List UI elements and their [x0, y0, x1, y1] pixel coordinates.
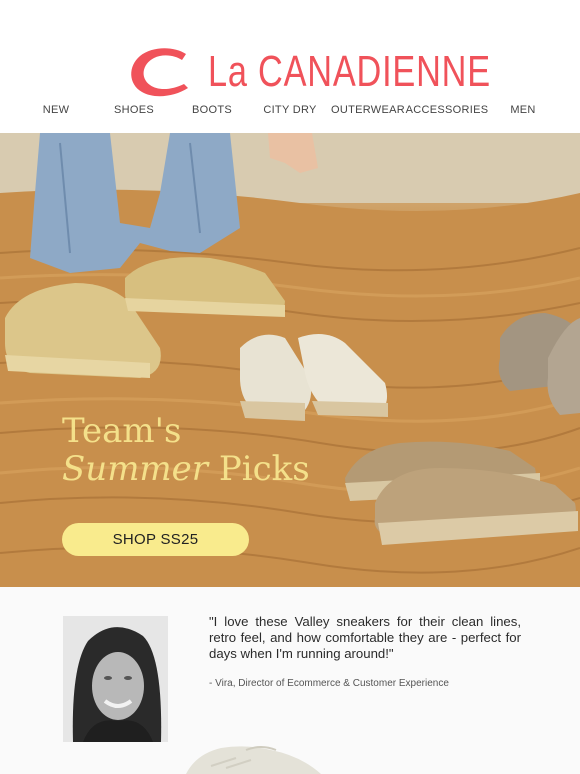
hero-title: Team's Summer Picks: [62, 412, 310, 488]
nav-item-city-dry[interactable]: CITY DRY: [263, 104, 316, 116]
main-nav: NEW SHOES BOOTS CITY DRY OUTERWEAR ACCES…: [0, 104, 580, 126]
portrait-photo: [63, 616, 168, 742]
hero-title-italic: Summer: [62, 449, 209, 489]
nav-item-accessories[interactable]: ACCESSORIES: [406, 104, 489, 116]
testimonial-attribution: - Vira, Director of Ecommerce & Customer…: [209, 678, 449, 689]
nav-item-new[interactable]: NEW: [43, 104, 70, 116]
hero-title-line1: Team's: [62, 411, 182, 451]
hero-title-line2: Summer Picks: [62, 450, 310, 488]
email-header: La CANADIENNE: [0, 0, 580, 100]
brand-c-icon: [131, 48, 188, 97]
nav-item-boots[interactable]: BOOTS: [192, 104, 232, 116]
hero-image: [0, 133, 580, 587]
sneaker-image: [186, 746, 321, 774]
shop-ss25-button[interactable]: SHOP SS25: [62, 523, 249, 556]
brand-name: La CANADIENNE: [208, 47, 491, 96]
testimonial-quote: "I love these Valley sneakers for their …: [209, 614, 521, 661]
hero-banner[interactable]: Team's Summer Picks SHOP SS25: [0, 133, 580, 587]
brand-logo[interactable]: La CANADIENNE: [126, 44, 571, 100]
nav-item-men[interactable]: MEN: [510, 104, 535, 116]
hero-title-rest: Picks: [208, 449, 310, 489]
nav-item-shoes[interactable]: SHOES: [114, 104, 154, 116]
testimonial-portrait: [63, 616, 168, 742]
nav-item-outerwear[interactable]: OUTERWEAR: [331, 104, 405, 116]
